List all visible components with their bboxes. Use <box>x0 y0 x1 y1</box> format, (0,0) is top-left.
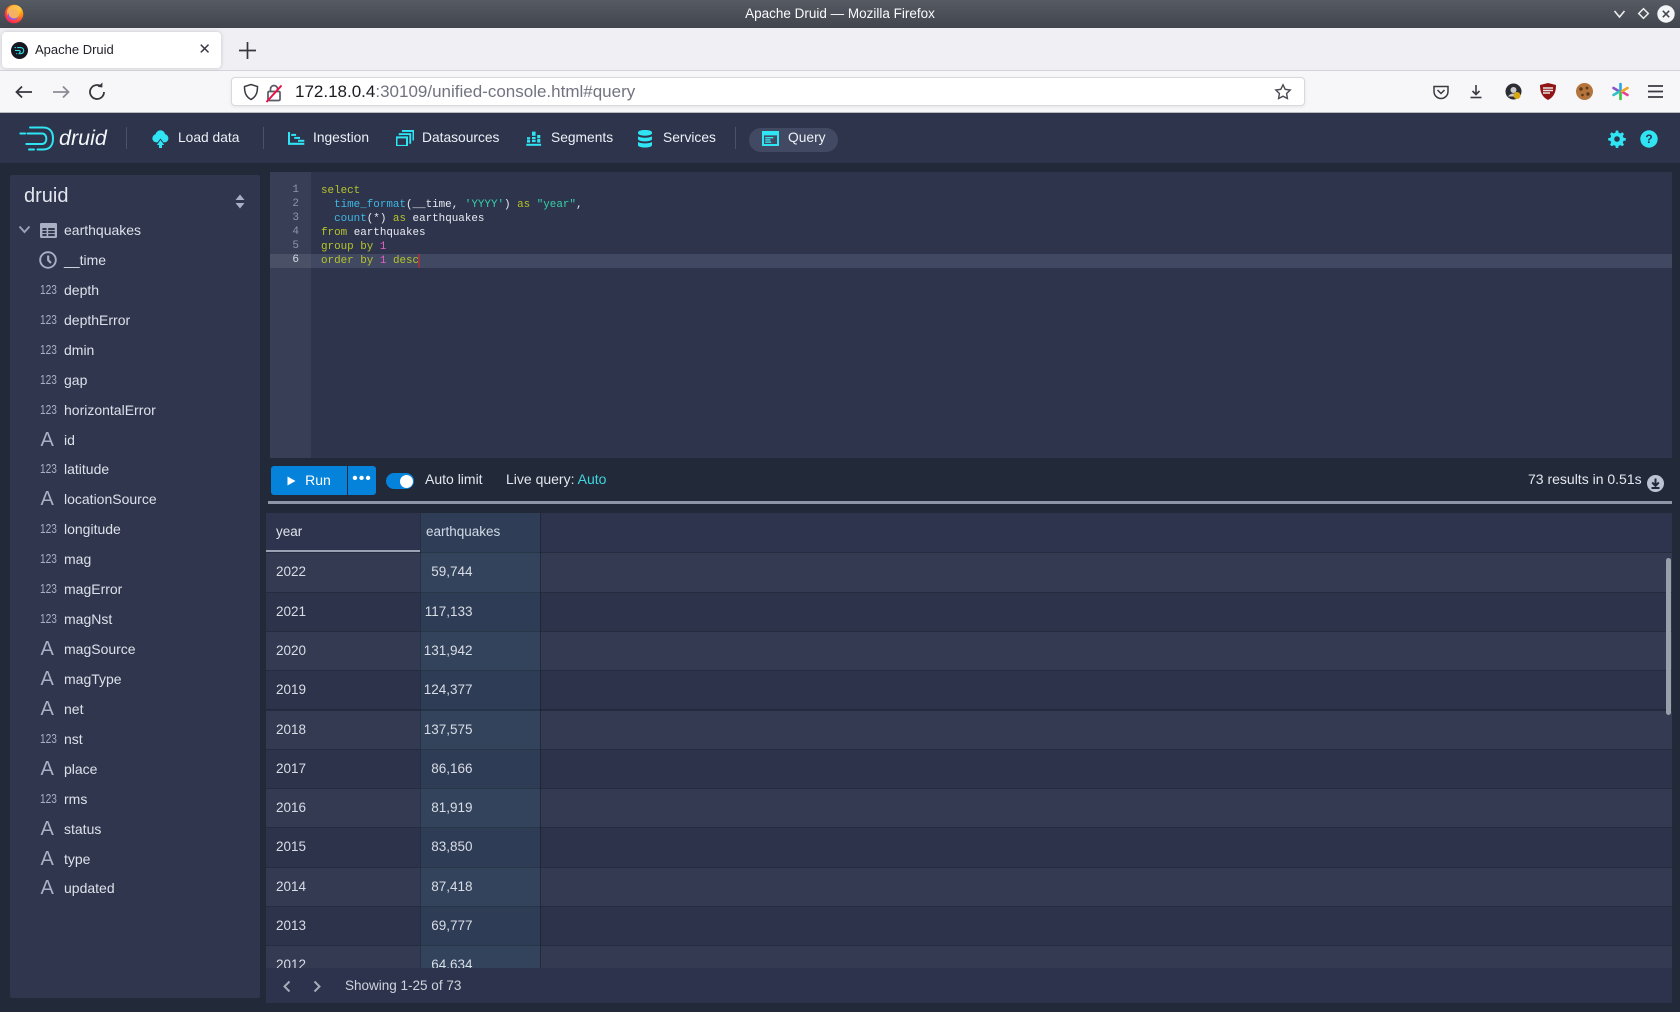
svg-text:?: ? <box>1645 132 1652 146</box>
